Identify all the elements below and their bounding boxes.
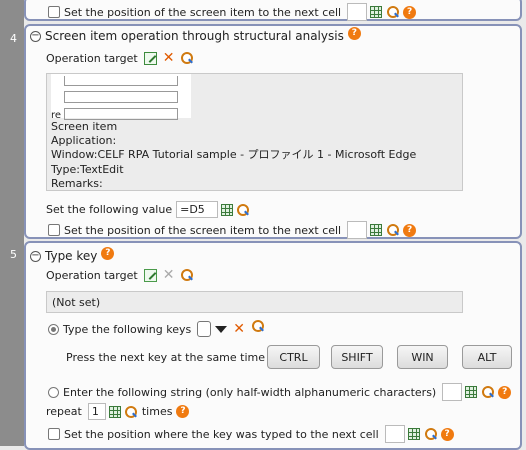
- next-cell-label-4: Set the position of the screen item to t…: [64, 223, 342, 237]
- help-icon-title-5[interactable]: ?: [101, 246, 115, 260]
- next-cell-checkbox-5[interactable]: [48, 428, 60, 440]
- delete-target-icon-5: ✕: [162, 267, 175, 283]
- chevron-down-icon[interactable]: [215, 325, 228, 333]
- cell-select-icon-string[interactable]: [465, 386, 478, 398]
- step-card-prev: Set the position of the screen item to t…: [24, 0, 522, 21]
- variable-wand-icon-repeat[interactable]: [124, 405, 138, 419]
- variable-wand-icon-string[interactable]: [481, 385, 495, 399]
- step-card-4: − Screen item operation through structur…: [24, 24, 522, 239]
- operation-target-label-5: Operation target: [46, 268, 138, 282]
- step-card-5: − Type key ? Operation target ✕ (Not set…: [24, 241, 522, 450]
- collapse-toggle-5[interactable]: −: [30, 250, 41, 262]
- type-keys-label: Type the following keys: [63, 322, 192, 336]
- set-value-input-4[interactable]: =D5: [176, 201, 219, 218]
- next-cell-label-5: Set the position where the key was typed…: [64, 427, 379, 441]
- step-title-5: Type key: [45, 249, 98, 263]
- step-number-4: 4: [10, 32, 17, 45]
- help-icon-repeat[interactable]: ?: [176, 405, 190, 418]
- alt-key-button[interactable]: ALT: [462, 345, 512, 369]
- help-icon-title-4[interactable]: ?: [347, 26, 361, 40]
- cell-select-icon-5[interactable]: [407, 428, 420, 440]
- times-label: times: [141, 405, 173, 418]
- variable-wand-icon-cell-4[interactable]: [386, 223, 400, 237]
- press-label: Press the next key at the same time: [66, 351, 266, 364]
- repeat-input[interactable]: 1: [87, 403, 106, 420]
- cell-input-5[interactable]: [384, 425, 405, 443]
- help-icon-string[interactable]: ?: [498, 385, 512, 399]
- cell-select-icon-prev[interactable]: [370, 6, 383, 18]
- edit-target-icon-4[interactable]: [143, 51, 157, 65]
- set-value-label-4: Set the following value: [46, 203, 173, 216]
- target-panel-5: (Not set): [46, 291, 463, 313]
- next-cell-checkbox-4[interactable]: [48, 224, 60, 236]
- target-thumbnail: re: [51, 74, 191, 121]
- variable-wand-icon-value-4[interactable]: [236, 203, 250, 217]
- collapse-toggle-4[interactable]: −: [30, 30, 41, 42]
- help-icon-cell-4[interactable]: ?: [403, 223, 417, 237]
- variable-wand-icon-cell-5[interactable]: [424, 427, 438, 441]
- target-info-line: Screen item: [51, 120, 118, 133]
- string-input[interactable]: [442, 383, 463, 401]
- variable-wand-icon-prev[interactable]: [386, 5, 400, 19]
- next-cell-checkbox-prev[interactable]: [48, 6, 60, 18]
- target-info-line: Type:TextEdit: [51, 162, 124, 176]
- variable-wand-icon-keys[interactable]: [251, 319, 265, 333]
- string-radio[interactable]: [48, 386, 59, 398]
- repeat-label: repeat: [46, 405, 82, 418]
- target-info-line: Application:: [51, 134, 117, 148]
- cell-select-icon-value-4[interactable]: [221, 203, 234, 216]
- help-icon-cell-5[interactable]: ?: [440, 427, 454, 441]
- type-keys-radio[interactable]: [48, 323, 59, 335]
- win-key-button[interactable]: WIN: [397, 345, 448, 369]
- ctrl-key-button[interactable]: CTRL: [267, 345, 320, 369]
- target-info-line: Remarks:: [51, 176, 103, 190]
- step-gutter: [0, 0, 24, 446]
- target-info-line: Window:CELF RPA Tutorial sample - プロファイル…: [51, 148, 417, 162]
- delete-target-icon-4[interactable]: ✕: [163, 51, 175, 65]
- not-set-text: (Not set): [52, 296, 101, 309]
- operation-target-label-4: Operation target: [46, 51, 138, 65]
- cell-input-4[interactable]: [347, 221, 368, 239]
- target-info: Screen item Application: Window:CELF RPA…: [51, 120, 416, 191]
- edit-target-icon-5[interactable]: [143, 268, 157, 282]
- next-cell-label-prev: Set the position of the screen item to t…: [64, 5, 342, 19]
- cell-select-icon-repeat[interactable]: [108, 405, 121, 418]
- shift-key-button[interactable]: SHIFT: [331, 345, 383, 369]
- string-label: Enter the following string (only half-wi…: [63, 385, 437, 399]
- cell-input-prev[interactable]: [347, 3, 368, 21]
- variable-wand-icon-target-4[interactable]: [180, 51, 194, 65]
- step-number-5: 5: [10, 248, 17, 261]
- cell-select-icon-4[interactable]: [370, 224, 383, 236]
- target-panel-4: re Screen item Application: Window:CELF …: [46, 73, 463, 191]
- step-title-4: Screen item operation through structural…: [45, 29, 344, 43]
- variable-wand-icon-target-5[interactable]: [180, 268, 194, 282]
- delete-key-icon[interactable]: ✕: [233, 322, 245, 336]
- key-select-box[interactable]: [197, 321, 212, 337]
- help-icon-prev[interactable]: ?: [403, 5, 417, 19]
